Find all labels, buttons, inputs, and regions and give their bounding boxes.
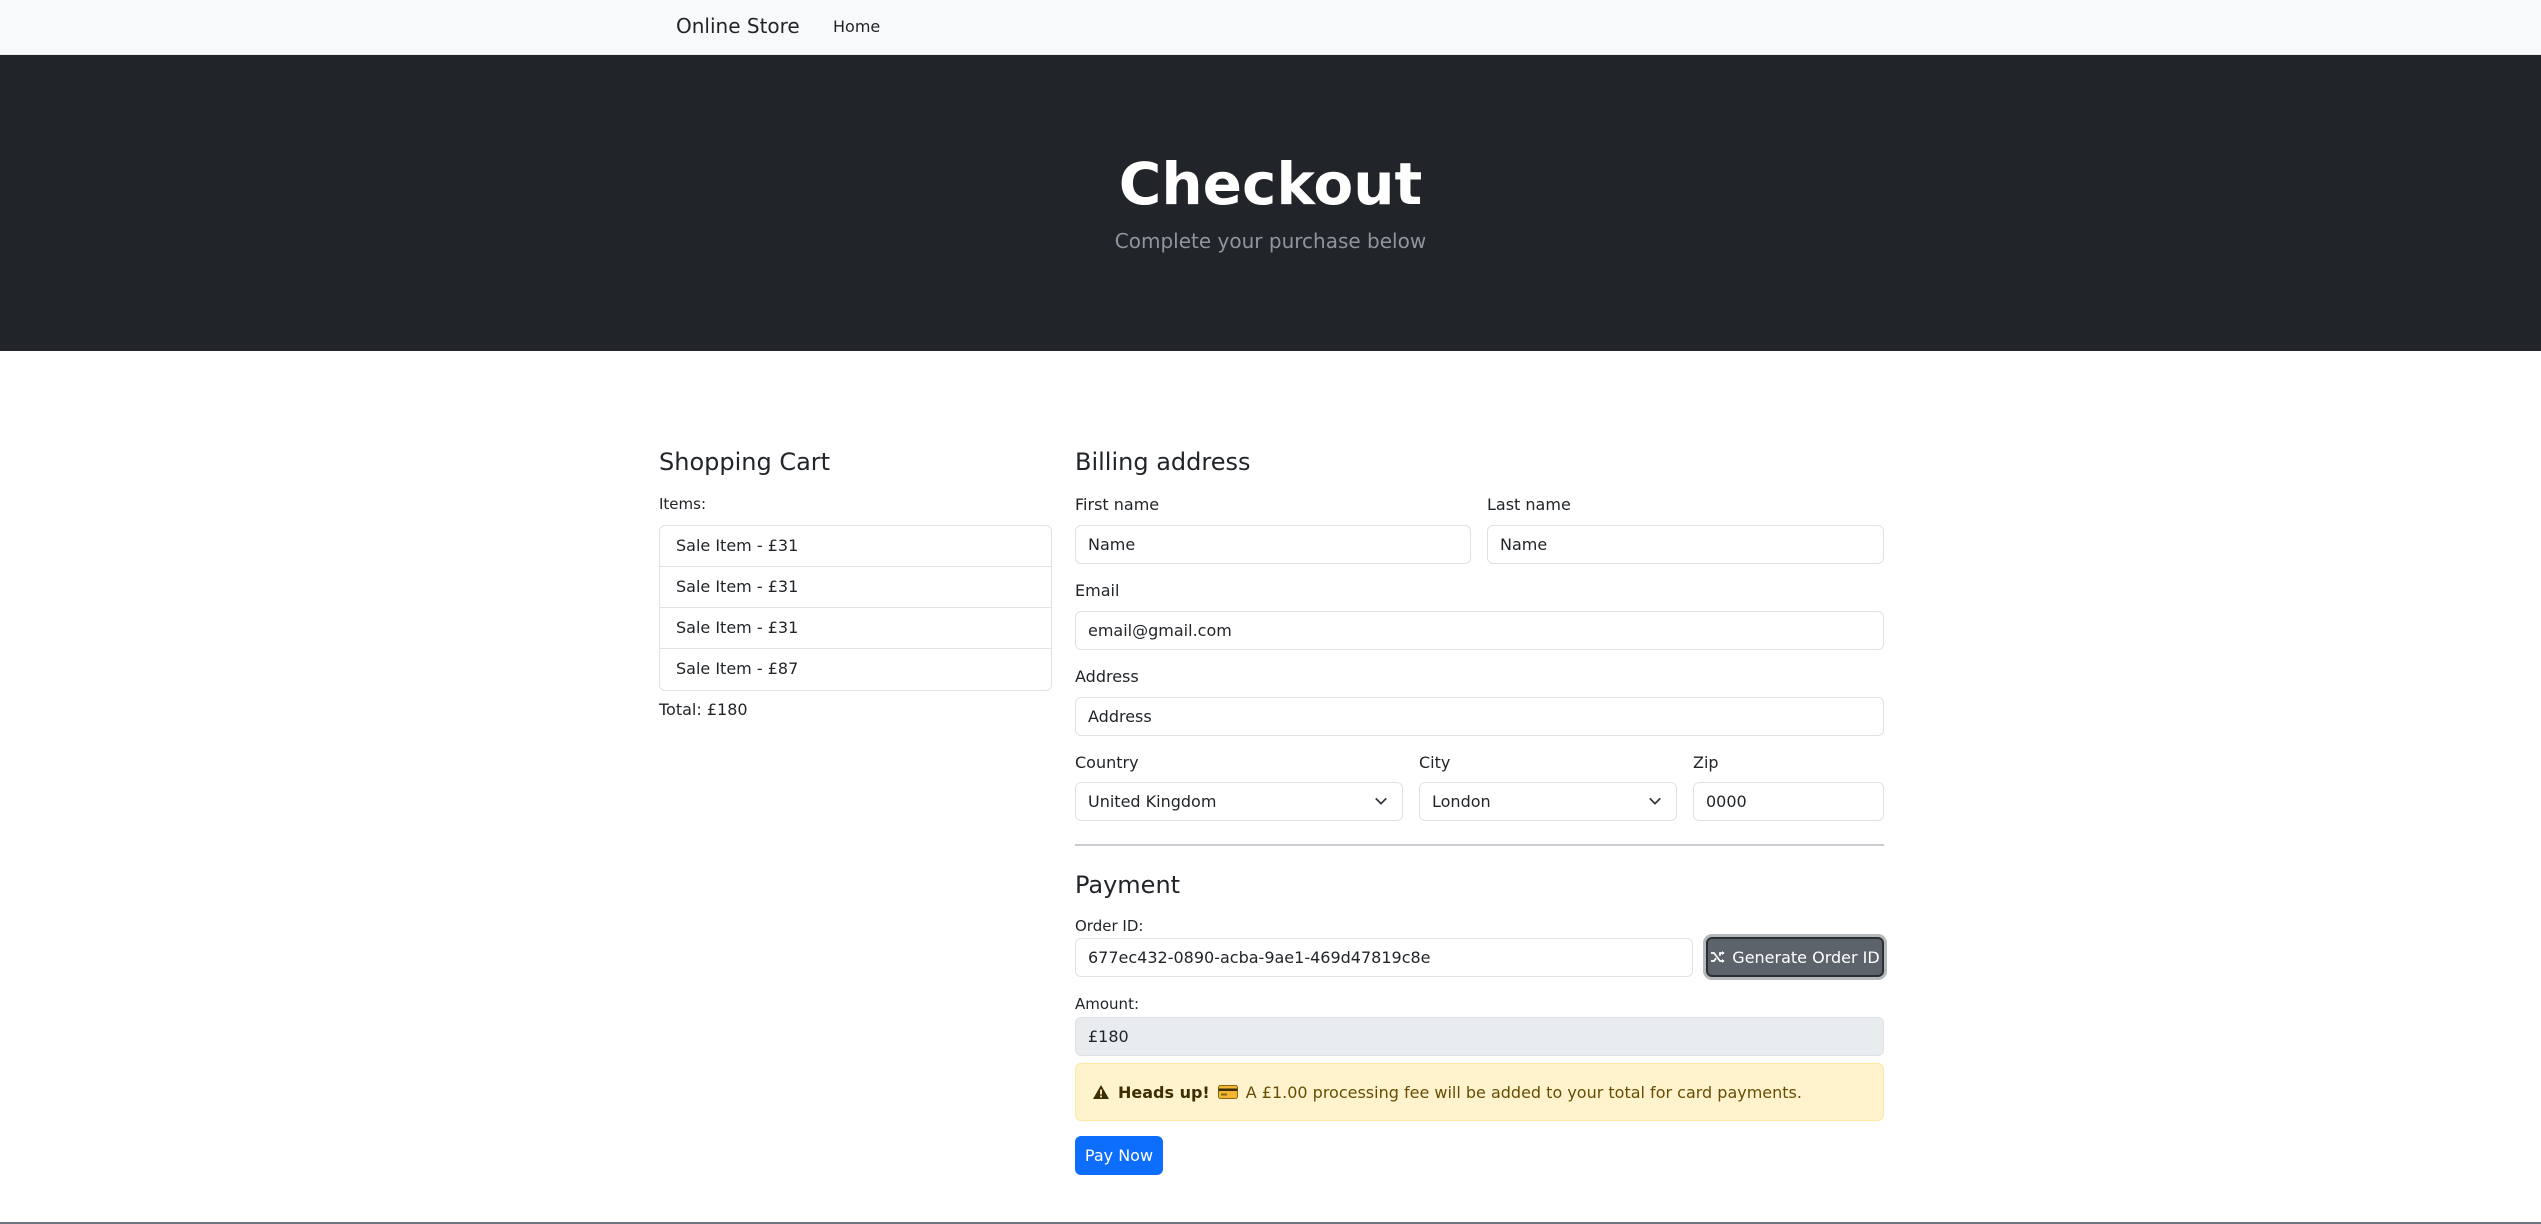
credit-card-icon — [1217, 1085, 1238, 1099]
processing-fee-alert: Heads up! A £1.00 processing fee will be… — [1075, 1063, 1884, 1121]
cart-item: Sale Item - £87 — [676, 659, 799, 678]
chevron-down-icon — [1375, 797, 1387, 805]
cart-heading: Shopping Cart — [659, 448, 831, 476]
city-select[interactable]: London — [1419, 782, 1677, 821]
alert-text: A £1.00 processing fee will be added to … — [1245, 1082, 1802, 1102]
amount-field: £180 — [1075, 1017, 1884, 1056]
zip-input[interactable]: 0000 — [1693, 782, 1884, 821]
shuffle-icon — [1711, 951, 1725, 963]
warning-icon — [1093, 1085, 1109, 1099]
zip-label: Zip — [1693, 753, 1719, 772]
nav-home-link[interactable]: Home — [833, 17, 880, 36]
first-name-input[interactable]: Name — [1075, 525, 1471, 564]
order-id-label: Order ID: — [1075, 917, 1144, 935]
first-name-label: First name — [1075, 495, 1160, 514]
payment-heading: Payment — [1075, 871, 1181, 899]
cart-item: Sale Item - £31 — [660, 608, 1051, 649]
pay-now-button[interactable]: Pay Now — [1075, 1136, 1163, 1175]
hero-banner: Checkout Complete your purchase below — [0, 55, 2541, 351]
page-subtitle: Complete your purchase below — [1114, 229, 1427, 253]
page-title: Checkout — [1118, 150, 1423, 218]
last-name-label: Last name — [1487, 495, 1571, 514]
last-name-input[interactable]: Name — [1487, 525, 1884, 564]
cart-total: Total: £180 — [659, 700, 748, 719]
city-label: City — [1419, 753, 1451, 772]
section-divider — [1075, 844, 1884, 846]
generate-order-id-button[interactable]: Generate Order ID — [1706, 937, 1884, 977]
top-navbar: Online Store Home — [0, 0, 2541, 55]
country-select[interactable]: United Kingdom — [1075, 782, 1403, 821]
alert-strong-text: Heads up! — [1118, 1082, 1210, 1102]
cart-item: Sale Item - £31 — [660, 567, 1051, 608]
order-id-input[interactable]: 677ec432-0890-acba-9ae1-469d47819c8e — [1075, 938, 1693, 977]
cart-list: Sale Item - £31 Sale Item - £31 Sale Ite… — [659, 525, 1052, 691]
cart-item: Sale Item - £31 — [660, 526, 1051, 567]
address-input[interactable]: Address — [1075, 697, 1884, 736]
address-label: Address — [1075, 667, 1139, 686]
brand-link[interactable]: Online Store — [676, 14, 800, 38]
chevron-down-icon — [1649, 797, 1661, 805]
amount-label: Amount: — [1075, 995, 1139, 1013]
billing-heading: Billing address — [1075, 448, 1251, 476]
country-select-value: United Kingdom — [1088, 792, 1217, 811]
email-label: Email — [1075, 581, 1120, 600]
email-input[interactable]: email@gmail.com — [1075, 611, 1884, 650]
city-select-value: London — [1432, 792, 1491, 811]
generate-order-id-label: Generate Order ID — [1732, 947, 1880, 967]
cart-items-label: Items: — [659, 495, 707, 513]
country-label: Country — [1075, 753, 1139, 772]
